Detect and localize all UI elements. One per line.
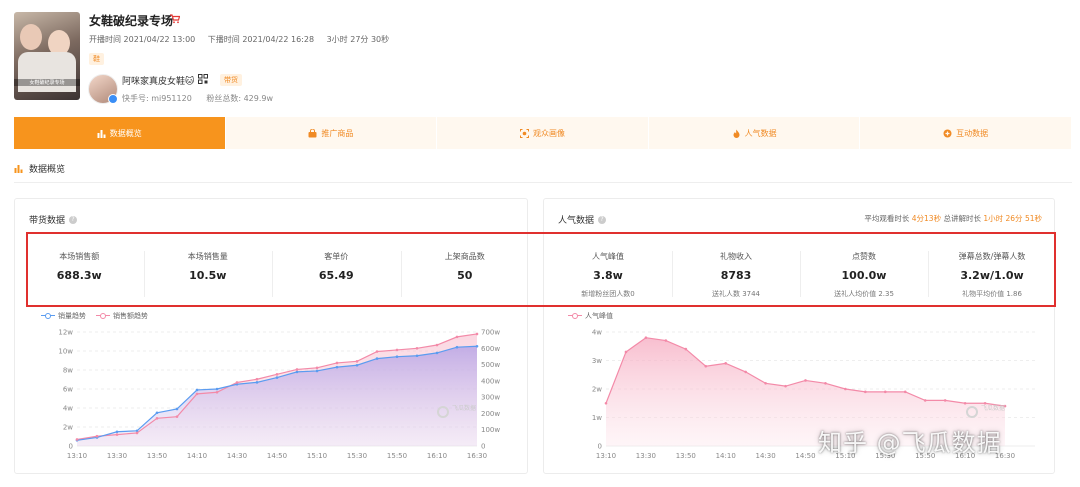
y-tick-label: 4w xyxy=(63,405,73,413)
y2-tick-label: 500w xyxy=(481,361,500,369)
x-tick-label: 14:50 xyxy=(267,452,287,460)
popularity-point xyxy=(644,336,648,340)
sales-amount-point xyxy=(115,433,119,436)
zhihu-watermark: 知乎 @飞瓜数据 xyxy=(818,429,1002,457)
popularity-point xyxy=(824,382,827,385)
sales-volume-point xyxy=(195,388,199,392)
sales-volume-point xyxy=(475,344,479,348)
y2-tick-label: 300w xyxy=(481,394,500,402)
sales-volume-point xyxy=(315,369,319,373)
y-tick-label: 12w xyxy=(58,329,73,337)
sales-volume-point xyxy=(375,357,379,360)
sales-volume-point xyxy=(335,365,339,369)
popularity-point xyxy=(764,382,767,385)
sales-amount-point xyxy=(175,415,179,418)
sales-amount-point xyxy=(475,332,479,336)
popularity-point xyxy=(784,384,787,388)
x-tick-label: 14:30 xyxy=(756,452,776,460)
x-tick-label: 16:30 xyxy=(467,452,487,460)
popularity-point xyxy=(923,399,927,402)
x-tick-label: 15:30 xyxy=(347,452,367,460)
sales-volume-point xyxy=(415,354,419,358)
y-tick-label: 2w xyxy=(63,424,73,432)
popularity-point xyxy=(903,390,907,394)
sales-amount-point xyxy=(215,390,219,394)
x-tick-label: 13:50 xyxy=(147,452,167,460)
x-tick-label: 15:10 xyxy=(307,452,327,460)
popularity-point xyxy=(884,390,887,394)
sales-amount-point xyxy=(275,373,279,376)
sales-amount-point xyxy=(375,350,379,353)
sales-volume-point xyxy=(255,381,259,384)
x-tick-label: 13:30 xyxy=(107,452,127,460)
y-tick-label: 10w xyxy=(58,348,73,356)
sales-amount-point xyxy=(315,366,319,370)
sales-amount-point xyxy=(75,438,79,441)
y-tick-label: 0 xyxy=(69,443,73,451)
x-tick-label: 14:10 xyxy=(716,452,736,460)
x-tick-label: 15:50 xyxy=(387,452,407,460)
sales-amount-point xyxy=(135,431,139,435)
x-tick-label: 14:50 xyxy=(795,452,815,460)
sales-volume-point xyxy=(155,411,159,415)
sales-amount-point xyxy=(335,361,339,365)
sales-amount-point xyxy=(95,434,99,438)
y-tick-label: 2w xyxy=(592,386,602,394)
y2-tick-label: 600w xyxy=(481,345,500,353)
popularity-point xyxy=(724,362,727,365)
popularity-point xyxy=(844,387,847,391)
sales-volume-point xyxy=(275,376,279,379)
y2-tick-label: 200w xyxy=(481,410,500,418)
sales-amount-point xyxy=(195,392,199,396)
y-tick-label: 3w xyxy=(592,357,602,365)
popularity-point xyxy=(864,390,867,394)
sales-volume-point xyxy=(115,430,119,434)
popularity-point xyxy=(624,350,628,354)
sales-amount-point xyxy=(355,360,359,363)
popularity-point xyxy=(963,401,967,405)
x-tick-label: 13:10 xyxy=(67,452,87,460)
y-tick-label: 0 xyxy=(598,443,602,451)
sales-amount-point xyxy=(395,348,399,352)
y-tick-label: 4w xyxy=(592,329,602,337)
sales-amount-point xyxy=(235,381,239,384)
popularity-point xyxy=(943,399,947,402)
sales-amount-point xyxy=(415,346,419,350)
x-tick-label: 14:10 xyxy=(187,452,207,460)
y2-tick-label: 100w xyxy=(481,426,500,434)
y2-tick-label: 700w xyxy=(481,329,500,337)
sales-amount-point xyxy=(155,417,159,420)
x-tick-label: 14:30 xyxy=(227,452,247,460)
popularity-point xyxy=(804,379,807,382)
x-tick-label: 16:10 xyxy=(427,452,447,460)
sales-chart-watermark: 飞瓜数据 xyxy=(452,404,476,412)
sales-amount-point xyxy=(255,377,259,381)
sales-volume-point xyxy=(175,407,179,411)
y-tick-label: 1w xyxy=(592,414,602,422)
popularity-point xyxy=(744,370,747,374)
sales-amount-point xyxy=(435,343,439,347)
sales-volume-point xyxy=(215,387,219,391)
y-tick-label: 8w xyxy=(63,367,73,375)
sales-amount-point xyxy=(455,335,459,339)
sales-volume-point xyxy=(455,345,459,349)
sales-volume-point xyxy=(395,355,399,359)
x-tick-label: 13:30 xyxy=(636,452,656,460)
y2-tick-label: 0 xyxy=(481,443,485,451)
y2-tick-label: 400w xyxy=(481,377,500,385)
x-tick-label: 13:50 xyxy=(676,452,696,460)
sales-volume-point xyxy=(435,351,439,355)
popularity-point xyxy=(684,347,688,351)
popularity-point xyxy=(704,364,708,368)
popularity-point xyxy=(604,401,608,405)
x-tick-label: 13:10 xyxy=(596,452,616,460)
sales-volume-point xyxy=(355,363,359,367)
popularity-point xyxy=(664,339,668,342)
popularity-chart-watermark: 飞瓜数据 xyxy=(981,404,1005,412)
charts-layer: 0 2w 4w 6w 8w 10w 12w 0 100w 200w 300w 400w 500w 600w… xyxy=(58,329,1035,460)
sales-amount-point xyxy=(295,368,299,371)
sales-volume-point xyxy=(295,370,299,374)
y-tick-label: 6w xyxy=(63,386,73,394)
